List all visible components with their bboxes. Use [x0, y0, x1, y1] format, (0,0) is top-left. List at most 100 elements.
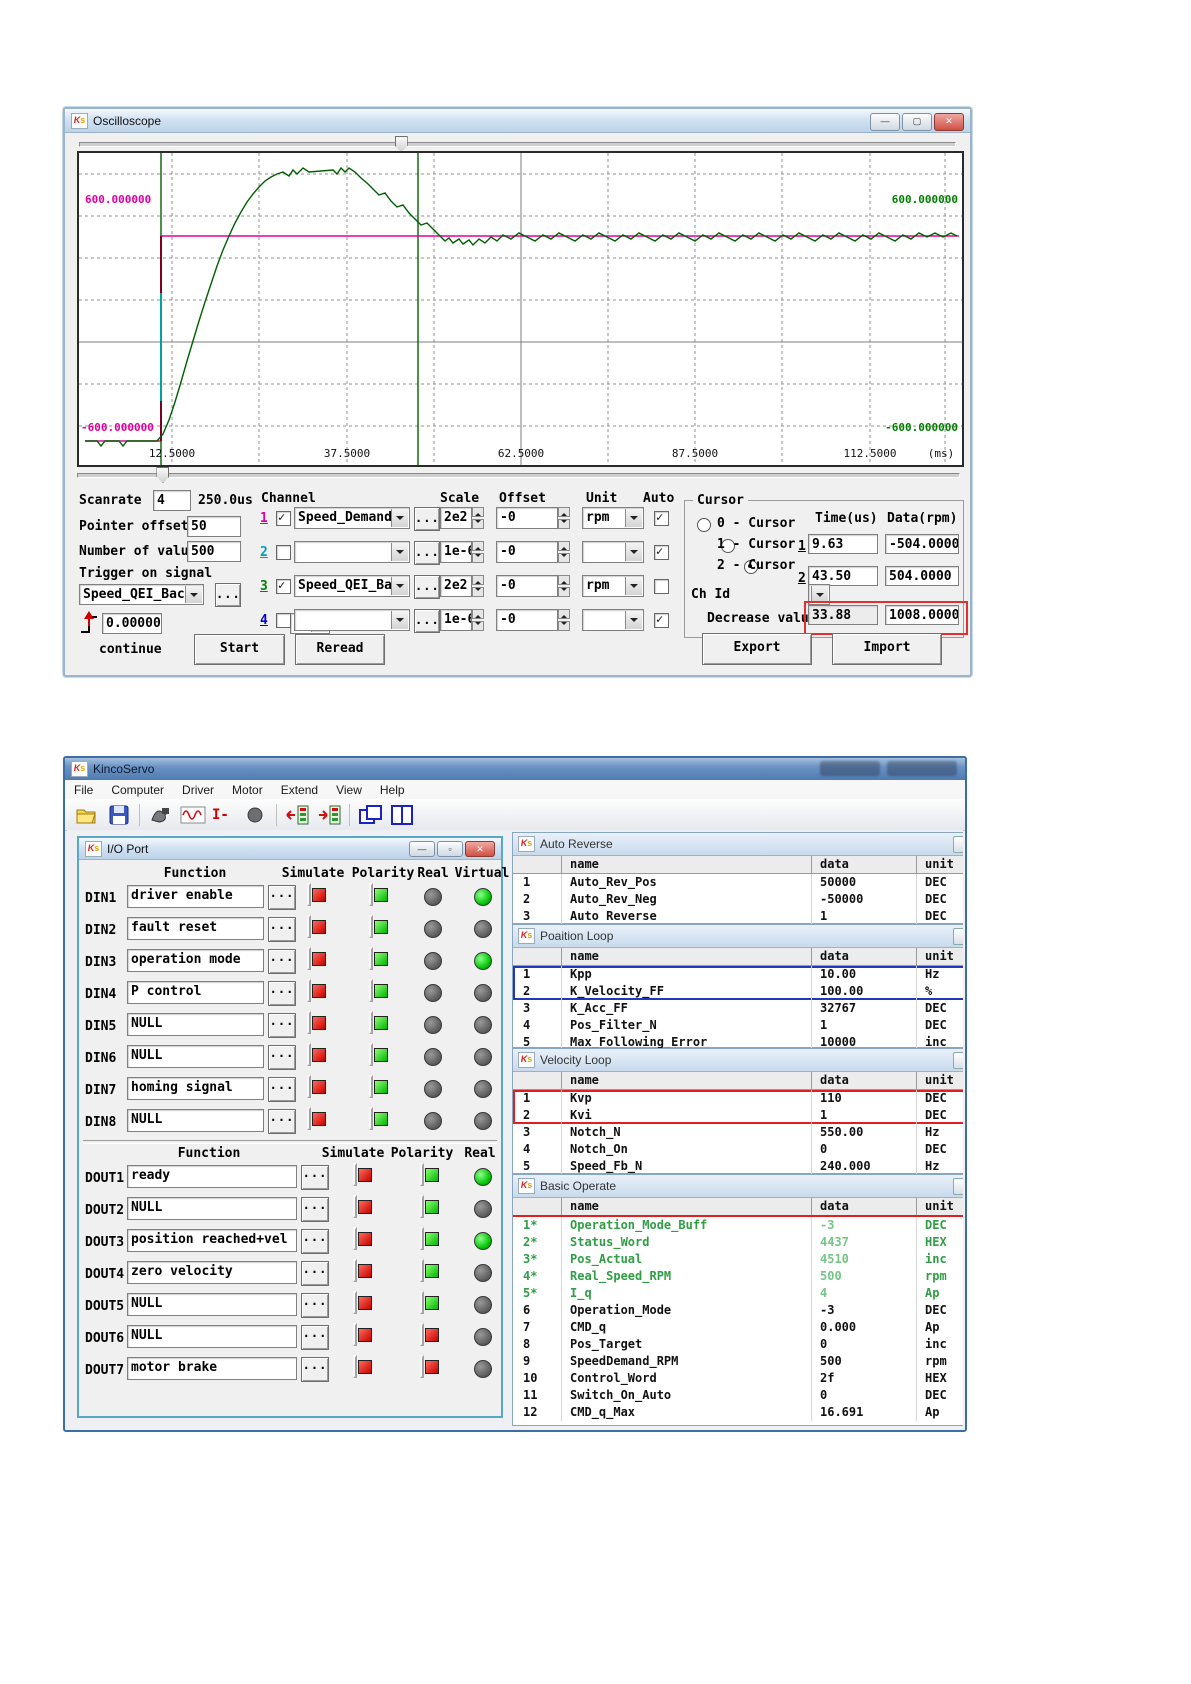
number-of-value-input[interactable]: 500 [187, 541, 241, 562]
close-icon[interactable]: ✕ [465, 841, 495, 857]
menu-computer[interactable]: Computer [102, 783, 173, 797]
table-row[interactable]: 3* Pos_Actual 4510 inc [513, 1251, 963, 1268]
channel-offset-input[interactable]: -0 [496, 609, 558, 631]
menu-extend[interactable]: Extend [272, 783, 327, 797]
table-row[interactable]: 3 Auto Reverse 1 DEC [513, 908, 963, 925]
din-browse-button[interactable]: ... [268, 1013, 296, 1038]
param-data[interactable]: 500 [811, 1268, 916, 1285]
table-row[interactable]: 11 Switch_On_Auto 0 DEC [513, 1387, 963, 1404]
param-data[interactable]: 4437 [811, 1234, 916, 1251]
scale-spinner[interactable] [472, 541, 484, 563]
din-simulate-button[interactable] [307, 1075, 311, 1098]
pointer-offset-input[interactable]: 50 [187, 516, 241, 537]
io-icon[interactable]: I-0 [212, 804, 236, 826]
param-data[interactable]: 4 [811, 1285, 916, 1302]
trigger-signal-select[interactable]: Speed_QEI_Back [79, 584, 204, 605]
din-function-input[interactable]: fault reset [127, 917, 264, 940]
channel-enable-checkbox[interactable] [276, 545, 291, 560]
channel-enable-checkbox[interactable] [276, 579, 291, 594]
din-polarity-button[interactable] [369, 1043, 373, 1066]
read-driver-icon[interactable] [285, 804, 309, 826]
scale-spinner[interactable] [472, 507, 484, 529]
table-row[interactable]: 4 Notch_On 0 DEC [513, 1141, 963, 1158]
dout-polarity-button[interactable] [420, 1163, 424, 1186]
stop-icon[interactable] [244, 804, 268, 826]
din-function-input[interactable]: homing signal [127, 1077, 264, 1100]
dout-function-input[interactable]: NULL [127, 1197, 297, 1220]
dout-polarity-button[interactable] [420, 1291, 424, 1314]
dout-simulate-button[interactable] [353, 1291, 357, 1314]
restore-icon[interactable]: ▫ [437, 841, 463, 857]
menu-motor[interactable]: Motor [223, 783, 272, 797]
minimize-icon[interactable] [953, 836, 963, 853]
channel-offset-input[interactable]: -0 [496, 507, 558, 529]
minimize-icon[interactable]: — [409, 841, 435, 857]
channel-signal-select[interactable]: Speed_Demand_ [294, 507, 410, 529]
offset-spinner[interactable] [558, 609, 570, 631]
param-data[interactable]: -3 [811, 1217, 916, 1234]
maximize-icon[interactable]: ▢ [902, 113, 932, 131]
reread-button[interactable]: Reread [295, 634, 385, 665]
channel-offset-input[interactable]: -0 [496, 541, 558, 563]
offset-spinner[interactable] [558, 575, 570, 597]
table-row[interactable]: 10 Control_Word 2f HEX [513, 1370, 963, 1387]
din-polarity-button[interactable] [369, 1075, 373, 1098]
cursor2-time-field[interactable]: 43.50 [808, 566, 878, 586]
din-function-input[interactable]: NULL [127, 1045, 264, 1068]
din-simulate-button[interactable] [307, 979, 311, 1002]
din-browse-button[interactable]: ... [268, 949, 296, 974]
table-row[interactable]: 1 Kpp 10.00 Hz [513, 966, 963, 983]
channel-scale-input[interactable]: 2e2 [440, 575, 472, 597]
table-row[interactable]: 5* I_q 4 Ap [513, 1285, 963, 1302]
param-data[interactable]: 10.00 [811, 966, 916, 983]
param-data[interactable]: 32767 [811, 1000, 916, 1017]
close-icon[interactable]: ✕ [934, 113, 964, 131]
cursor1-time-field[interactable]: 9.63 [808, 534, 878, 554]
din-function-input[interactable]: driver enable [127, 885, 264, 908]
table-row[interactable]: 7 CMD_q 0.000 Ap [513, 1319, 963, 1336]
dout-browse-button[interactable]: ... [301, 1357, 329, 1382]
dout-function-input[interactable]: ready [127, 1165, 297, 1188]
param-data[interactable]: 1 [811, 1107, 916, 1124]
offset-spinner[interactable] [558, 507, 570, 529]
param-data[interactable]: 4510 [811, 1251, 916, 1268]
dout-simulate-button[interactable] [353, 1227, 357, 1250]
param-data[interactable]: -50000 [811, 891, 916, 908]
param-data[interactable]: 16.691 [811, 1404, 916, 1421]
param-data[interactable]: 1 [811, 908, 916, 925]
channel-signal-select[interactable] [294, 541, 410, 563]
minimize-icon[interactable] [953, 1178, 963, 1195]
position-loop-titlebar[interactable]: Ks Poaition Loop [513, 925, 963, 948]
param-data[interactable]: 550.00 [811, 1124, 916, 1141]
rising-edge-icon[interactable] [79, 610, 99, 640]
table-row[interactable]: 1 Kvp 110 DEC [513, 1090, 963, 1107]
dout-polarity-button[interactable] [420, 1355, 424, 1378]
cursor2-radio-label[interactable]: 2 - Cursor [717, 558, 795, 573]
layout-icon[interactable] [390, 804, 414, 826]
chevron-down-icon[interactable] [625, 611, 642, 629]
chevron-down-icon[interactable] [391, 577, 408, 595]
dout-simulate-button[interactable] [353, 1323, 357, 1346]
dout-browse-button[interactable]: ... [301, 1197, 329, 1222]
channel-unit-select[interactable]: rpm [582, 507, 644, 529]
table-row[interactable]: 3 K_Acc_FF 32767 DEC [513, 1000, 963, 1017]
param-data[interactable]: 110 [811, 1090, 916, 1107]
channel-unit-select[interactable] [582, 541, 644, 563]
table-row[interactable]: 6 Operation_Mode -3 DEC [513, 1302, 963, 1319]
din-polarity-button[interactable] [369, 883, 373, 906]
cursor0-radio[interactable] [697, 518, 711, 532]
chevron-down-icon[interactable] [185, 586, 202, 603]
channel-unit-select[interactable] [582, 609, 644, 631]
scale-spinner[interactable] [472, 575, 484, 597]
import-button[interactable]: Import [832, 633, 942, 665]
param-data[interactable]: 0.000 [811, 1319, 916, 1336]
table-row[interactable]: 3 Notch_N 550.00 Hz [513, 1124, 963, 1141]
din-polarity-button[interactable] [369, 915, 373, 938]
din-polarity-button[interactable] [369, 979, 373, 1002]
param-data[interactable]: 0 [811, 1336, 916, 1353]
channel-browse-button[interactable]: ... [414, 507, 440, 531]
din-simulate-button[interactable] [307, 947, 311, 970]
dout-function-input[interactable]: NULL [127, 1325, 297, 1348]
din-browse-button[interactable]: ... [268, 1109, 296, 1134]
param-data[interactable]: 50000 [811, 874, 916, 891]
